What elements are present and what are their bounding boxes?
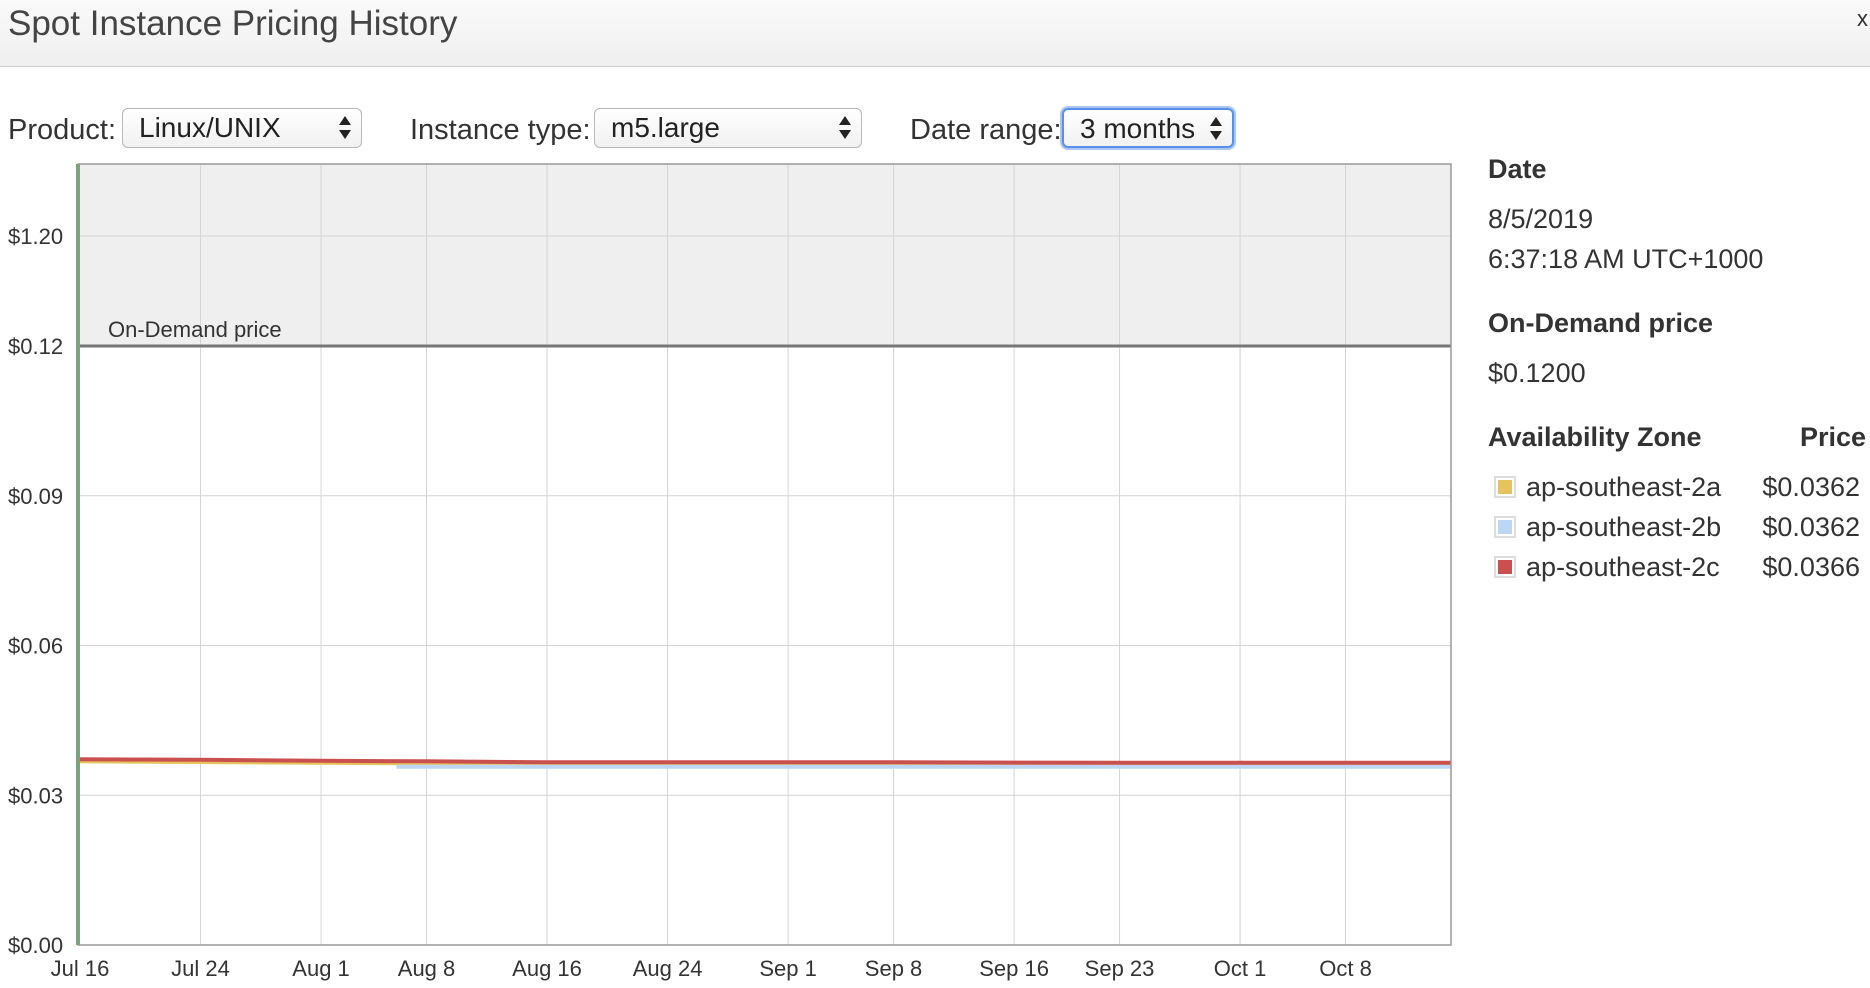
- y-tick-label: $0.09: [8, 484, 63, 509]
- zone-color-swatch: [1494, 476, 1516, 498]
- zone-color-swatch: [1494, 556, 1516, 578]
- swatch-fill: [1498, 480, 1512, 494]
- date-value: 8/5/2019: [1488, 204, 1594, 234]
- x-tick-label: Aug 24: [633, 956, 703, 981]
- product-label: Product:: [8, 114, 116, 146]
- date-heading: Date: [1488, 154, 1547, 184]
- x-tick-label: Jul 16: [51, 956, 110, 981]
- on-demand-heading: On-Demand price: [1488, 308, 1714, 338]
- x-tick-label: Sep 23: [1085, 956, 1155, 981]
- dialog-header: Spot Instance Pricing History x: [0, 0, 1870, 67]
- x-tick-label: Sep 16: [979, 956, 1049, 981]
- x-tick-label: Oct 8: [1319, 956, 1372, 981]
- zone-name: ap-southeast-2a: [1526, 472, 1722, 502]
- date-range-select[interactable]: 3 months: [1062, 108, 1234, 148]
- x-tick-label: Sep 8: [865, 956, 923, 981]
- zone-price: $0.0362: [1762, 472, 1860, 502]
- product-select[interactable]: Linux/UNIX: [122, 108, 362, 148]
- y-tick-label: $0.00: [8, 933, 63, 958]
- zone-row: ap-southeast-2b $0.0362: [1494, 512, 1860, 546]
- product-select-value: Linux/UNIX: [139, 112, 281, 143]
- y-tick-label: $0.06: [8, 634, 63, 659]
- close-button[interactable]: x: [1857, 6, 1868, 32]
- time-value: 6:37:18 AM UTC+1000: [1488, 244, 1764, 274]
- x-tick-label: Aug 16: [512, 956, 582, 981]
- instance-type-select[interactable]: m5.large: [594, 108, 862, 148]
- x-tick-label: Oct 1: [1214, 956, 1267, 981]
- select-arrows-icon: [1210, 114, 1222, 144]
- zone-color-swatch: [1494, 516, 1516, 538]
- x-tick-label: Aug 1: [292, 956, 350, 981]
- instance-type-label: Instance type:: [410, 114, 591, 146]
- select-arrows-icon: [839, 113, 851, 143]
- swatch-fill: [1498, 520, 1512, 534]
- select-arrows-icon: [339, 113, 351, 143]
- zone-price: $0.0362: [1762, 512, 1860, 542]
- availability-zone-heading: Availability Zone: [1488, 422, 1702, 452]
- on-demand-value: $0.1200: [1488, 358, 1586, 388]
- date-range-select-value: 3 months: [1080, 113, 1196, 144]
- zone-name: ap-southeast-2c: [1526, 552, 1720, 582]
- x-tick-label: Jul 24: [171, 956, 230, 981]
- price-heading: Price: [1799, 422, 1866, 452]
- above-on-demand-region: [78, 164, 1451, 346]
- instance-type-select-value: m5.large: [611, 112, 720, 143]
- on-demand-label: On-Demand price: [108, 317, 282, 342]
- zone-row: ap-southeast-2c $0.0366: [1494, 552, 1860, 586]
- swatch-fill: [1498, 560, 1512, 574]
- date-range-label: Date range:: [910, 114, 1062, 146]
- zone-price: $0.0366: [1762, 552, 1860, 582]
- x-tick-label: Sep 1: [759, 956, 817, 981]
- zone-row: ap-southeast-2a $0.0362: [1494, 472, 1860, 506]
- y-tick-label: $0.03: [8, 783, 63, 808]
- dialog-title: Spot Instance Pricing History: [8, 4, 458, 43]
- pricing-history-chart[interactable]: $0.00 $0.03 $0.06 $0.09 $0.12 $1.20 Jul 16 Jul…: [0, 160, 1480, 988]
- y-tick-label: $0.12: [8, 334, 63, 359]
- zone-name: ap-southeast-2b: [1526, 512, 1722, 542]
- y-tick-label: $1.20: [8, 224, 63, 249]
- x-tick-label: Aug 8: [398, 956, 456, 981]
